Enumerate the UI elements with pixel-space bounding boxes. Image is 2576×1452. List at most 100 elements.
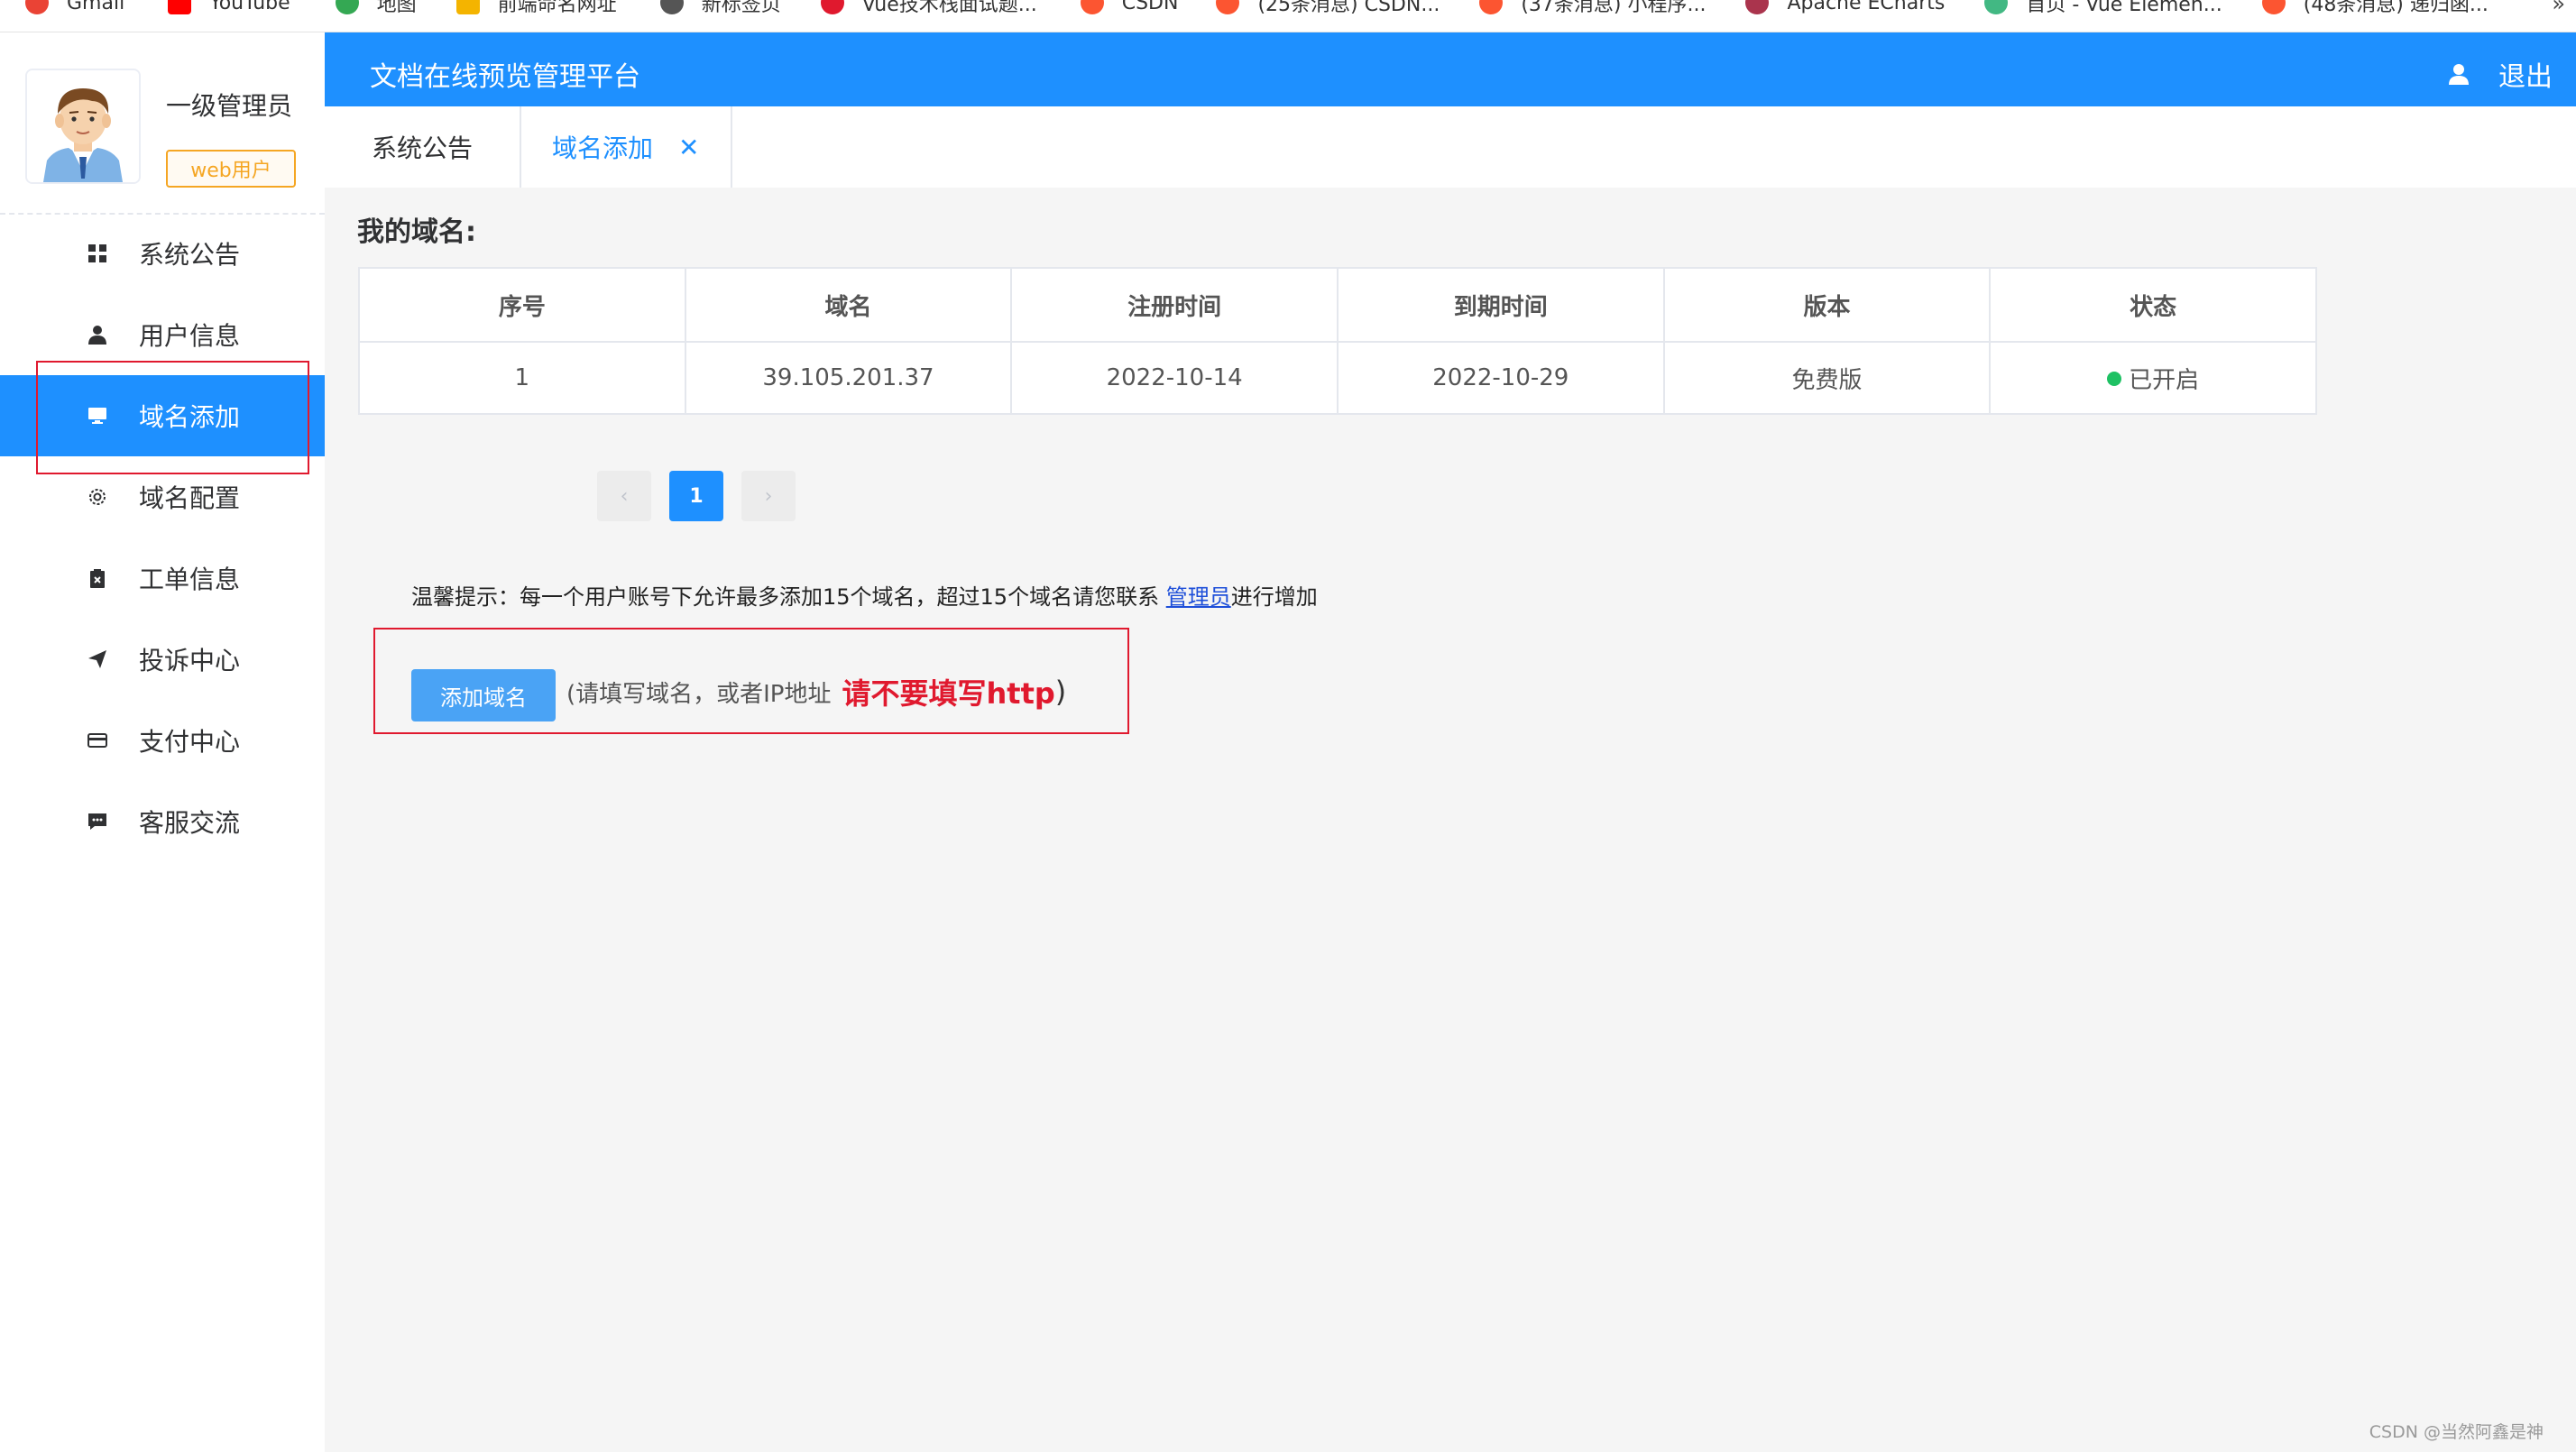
- bookmark-item[interactable]: 前端命名网址: [455, 0, 617, 16]
- column-header: 状态: [1989, 267, 2317, 343]
- add-domain-area: 添加域名 (请填写域名，或者IP地址 请不要填写http ): [373, 628, 1129, 734]
- tip-text: 温馨提示：每一个用户账号下允许最多添加15个域名，超过15个域名请您联系 管理员…: [411, 579, 1318, 611]
- pagination: ‹ 1 ›: [597, 471, 814, 521]
- grid-icon: [87, 243, 108, 264]
- column-header: 版本: [1662, 267, 1992, 343]
- top-header: 文档在线预览管理平台 退出: [325, 32, 2576, 106]
- add-hint-text: (请填写域名，或者IP地址: [566, 680, 832, 708]
- bookmark-icon: [455, 0, 480, 14]
- sidebar-item-label: 投诉中心: [139, 646, 241, 675]
- sidebar-item-5[interactable]: 投诉中心: [0, 619, 325, 700]
- status-dot-icon: [2107, 372, 2122, 386]
- csdn-icon: [1216, 0, 1240, 14]
- vue-icon: [1984, 0, 2009, 14]
- sidebar-item-4[interactable]: 工单信息: [0, 538, 325, 619]
- add-hint: (请填写域名，或者IP地址 请不要填写http ): [566, 671, 1066, 712]
- add-warning: 请不要填写http: [842, 676, 1055, 711]
- tab-system-notice[interactable]: 系统公告: [325, 106, 522, 188]
- tab-domain-add[interactable]: 域名添加 ✕: [521, 106, 732, 188]
- add-hint-close: ): [1054, 675, 1067, 709]
- gmail-icon: [25, 0, 49, 14]
- watermark: CSDN @当然阿鑫是神: [2369, 1422, 2544, 1442]
- column-header: 注册时间: [1010, 267, 1339, 343]
- bookmark-item[interactable]: YouTube: [168, 0, 290, 14]
- domain-table: 序号 域名 注册时间 到期时间 版本 状态 1 39.105.201.37 20…: [358, 267, 2317, 415]
- cell-expire-date: 2022-10-29: [1336, 341, 1665, 415]
- sidebar-item-6[interactable]: 支付中心: [0, 700, 325, 781]
- bookmark-label: Apache ECharts: [1787, 0, 1946, 14]
- csdn-icon: [2261, 0, 2286, 14]
- sidebar-item-label: 域名配置: [139, 483, 241, 513]
- csdn-icon: [820, 0, 844, 14]
- sidebar-item-label: 系统公告: [139, 240, 241, 270]
- bookmark-item[interactable]: (48条消息) 递归函...: [2261, 0, 2489, 16]
- bookmarks-bar: Gmail YouTube 地图 前端命名网址 新标签页 Vue技术栈面试题... CSDN…: [0, 0, 2576, 32]
- bookmark-label: 新标签页: [701, 0, 781, 16]
- section-title: 我的域名:: [357, 216, 476, 248]
- cell-register-date: 2022-10-14: [1010, 341, 1339, 415]
- page-number-button[interactable]: 1: [669, 471, 723, 521]
- tip-suffix: 进行增加: [1230, 584, 1318, 610]
- logout-button[interactable]: 退出: [2446, 54, 2553, 94]
- bookmark-label: 首页 - Vue Elemen...: [2026, 0, 2222, 16]
- maps-icon: [335, 0, 359, 14]
- bookmark-label: CSDN: [1121, 0, 1179, 14]
- cell-index: 1: [358, 341, 686, 415]
- tab-label: 域名添加: [552, 133, 654, 163]
- user-profile: 一级管理员 web用户: [0, 32, 325, 215]
- avatar: [25, 69, 141, 184]
- tab-label: 系统公告: [372, 133, 474, 163]
- bookmark-item[interactable]: (37条消息) 小程序...: [1479, 0, 1706, 16]
- youtube-icon: [168, 0, 192, 14]
- send-icon: [87, 648, 108, 670]
- csdn-icon: [1479, 0, 1504, 14]
- bookmarks-more-icon[interactable]: »: [2552, 0, 2565, 16]
- bookmark-label: Vue技术栈面试题...: [861, 0, 1037, 16]
- sidebar-item-label: 用户信息: [139, 321, 241, 351]
- prev-page-button[interactable]: ‹: [597, 471, 651, 521]
- sidebar-item-0[interactable]: 系统公告: [0, 213, 325, 294]
- tip-main: 温馨提示：每一个用户账号下允许最多添加15个域名，超过15个域名请您联系: [411, 584, 1166, 610]
- admin-link[interactable]: 管理员: [1166, 584, 1231, 610]
- table-row: 1 39.105.201.37 2022-10-14 2022-10-29 免费…: [358, 341, 2317, 415]
- chat-icon: [87, 811, 108, 832]
- add-domain-button[interactable]: 添加域名: [411, 669, 556, 721]
- bookmark-item[interactable]: (25条消息) CSDN...: [1216, 0, 1440, 16]
- logout-label: 退出: [2498, 61, 2553, 93]
- sidebar: 一级管理员 web用户 系统公告 用户信息 域名添加 域名配置 工单信息 投诉中心 支付中心…: [0, 32, 325, 1452]
- sidebar-item-label: 客服交流: [139, 808, 241, 838]
- user-icon: [2446, 61, 2471, 87]
- bookmark-label: (37条消息) 小程序...: [1521, 0, 1707, 16]
- sidebar-menu: 系统公告 用户信息 域名添加 域名配置 工单信息 投诉中心 支付中心 客服交流: [0, 213, 325, 862]
- bookmark-item[interactable]: 地图: [335, 0, 417, 16]
- next-page-button[interactable]: ›: [741, 471, 796, 521]
- platform-title: 文档在线预览管理平台: [370, 61, 640, 93]
- main-content: 我的域名: 序号 域名 注册时间 到期时间 版本 状态 1 39.105.201…: [325, 188, 2576, 1452]
- sidebar-item-label: 工单信息: [139, 565, 241, 594]
- bookmark-item[interactable]: 新标签页: [659, 0, 781, 16]
- bookmark-item[interactable]: 首页 - Vue Elemen...: [1984, 0, 2222, 16]
- highlight-annotation-sidebar: [36, 361, 309, 474]
- bookmark-label: (25条消息) CSDN...: [1257, 0, 1440, 16]
- bookmark-label: 前端命名网址: [497, 0, 617, 16]
- bookmark-label: Gmail: [67, 0, 125, 14]
- sidebar-item-7[interactable]: 客服交流: [0, 781, 325, 862]
- role-name: 一级管理员: [166, 91, 293, 121]
- clipboard-icon: [87, 567, 108, 589]
- cell-domain: 39.105.201.37: [684, 341, 1013, 415]
- bookmark-item[interactable]: Gmail: [25, 0, 125, 14]
- bookmark-label: 地图: [376, 0, 417, 16]
- bookmark-item[interactable]: Vue技术栈面试题...: [820, 0, 1037, 16]
- gear-icon: [87, 486, 108, 508]
- card-icon: [87, 730, 108, 751]
- bookmark-item[interactable]: Apache ECharts: [1745, 0, 1946, 14]
- sidebar-item-label: 支付中心: [139, 727, 241, 757]
- role-tag: web用户: [166, 150, 296, 188]
- bookmark-item[interactable]: CSDN: [1080, 0, 1179, 14]
- column-header: 到期时间: [1336, 267, 1665, 343]
- globe-icon: [659, 0, 684, 14]
- close-icon[interactable]: ✕: [678, 133, 699, 162]
- cell-status: 已开启: [1989, 341, 2317, 415]
- bookmark-label: YouTube: [209, 0, 290, 14]
- column-header: 域名: [684, 267, 1013, 343]
